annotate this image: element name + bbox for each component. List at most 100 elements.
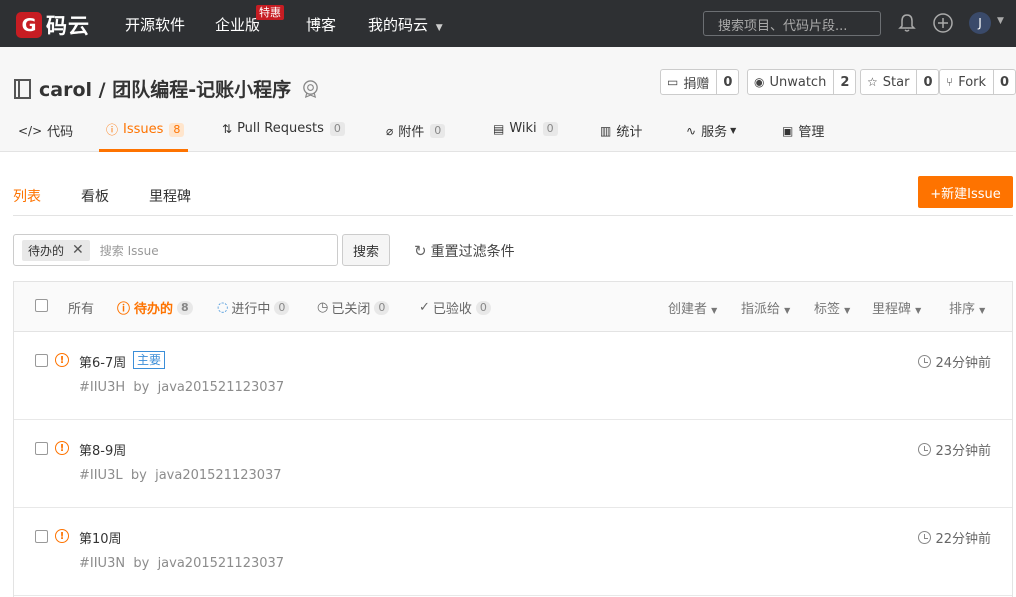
reset-filters-button[interactable]: ↻ 重置过滤条件 [414, 241, 515, 261]
wiki-count: 0 [542, 121, 558, 136]
filter-label-dropdown[interactable]: 标签 ▼ [814, 298, 850, 317]
nav-open-source[interactable]: 开源软件 [125, 14, 185, 35]
issue-by: by [133, 556, 150, 571]
issue-title[interactable]: 第8-9周 [79, 440, 126, 459]
tab-wiki-label: Wiki [509, 121, 537, 136]
new-issue-button[interactable]: +新建Issue [918, 176, 1013, 208]
issue-time-label: 23分钟前 [935, 444, 991, 459]
unwatch-button[interactable]: ◉ Unwatch 2 [747, 69, 857, 95]
filter-author-label: 创建者 [668, 302, 708, 317]
tab-pull-requests[interactable]: ⇅ Pull Requests 0 [222, 121, 345, 136]
active-tab-indicator [99, 149, 188, 152]
state-accepted-label: 已验收 [432, 302, 472, 317]
issue-checkbox[interactable] [35, 442, 48, 455]
sort-label: 排序 [949, 302, 976, 317]
issue-meta: #IIU3L by java201521123037 [79, 468, 282, 483]
filter-author-dropdown[interactable]: 创建者 ▼ [668, 298, 717, 317]
subnav-list[interactable]: 列表 [13, 186, 41, 206]
chevron-down-icon: ▼ [844, 306, 851, 315]
fork-label: Fork [958, 74, 987, 90]
nav-my-gitee[interactable]: 我的码云 ▼ [368, 14, 443, 35]
tab-services[interactable]: ∿ 服务 ▼ [686, 121, 736, 141]
state-all[interactable]: 所有 [68, 298, 94, 317]
tab-attachments[interactable]: ⌀ 附件 0 [386, 121, 446, 140]
issue-id: #IIU3L [79, 468, 123, 483]
issue-author[interactable]: java201521123037 [158, 556, 285, 571]
issue-author[interactable]: java201521123037 [155, 468, 282, 483]
filter-assignee-dropdown[interactable]: 指派给 ▼ [741, 298, 790, 317]
logo-icon: G [16, 12, 42, 38]
issue-open-icon: ! [55, 529, 69, 543]
tab-services-label: 服务 [701, 125, 728, 140]
filter-label-label: 标签 [814, 302, 841, 317]
issue-row[interactable]: ! 第10周 #IIU3N by java201521123037 22分钟前 [14, 508, 1012, 596]
donate-icon: ▭ [667, 75, 679, 89]
issue-by: by [133, 380, 150, 395]
donate-label: 捐赠 [683, 76, 710, 92]
nav-enterprise[interactable]: 企业版 [215, 14, 260, 35]
issue-open-icon: ! [55, 441, 69, 455]
watch-count: 2 [840, 74, 850, 90]
issue-title[interactable]: 第6-7周 [79, 352, 126, 371]
select-all-checkbox[interactable] [35, 299, 48, 312]
gitee-logo[interactable]: G 码云 [16, 10, 90, 40]
close-icon[interactable]: ✕ [72, 242, 84, 258]
repo-name[interactable]: carol / 团队编程-记账小程序 [39, 75, 291, 102]
avatar[interactable]: J [969, 12, 991, 34]
star-icon: ☆ [867, 75, 878, 89]
state-open[interactable]: ⓘ 待办的 8 [117, 298, 193, 317]
tab-stats[interactable]: ▥ 统计 [600, 121, 642, 141]
tab-issues-label: Issues [123, 122, 164, 137]
chevron-down-icon: ▼ [979, 306, 986, 315]
bell-icon[interactable] [896, 12, 918, 34]
chevron-down-icon[interactable]: ▼ [997, 16, 1004, 26]
issue-row[interactable]: ! 第8-9周 #IIU3L by java201521123037 23分钟前 [14, 420, 1012, 508]
clock-icon: ◷ [317, 300, 329, 315]
issue-filter-input[interactable]: 待办的 ✕ 搜索 Issue [13, 234, 338, 266]
star-count: 0 [923, 74, 933, 90]
progress-icon: ◌ [217, 300, 229, 315]
issue-row[interactable]: ! 第6-7周 主要 #IIU3H by java201521123037 24… [14, 332, 1012, 420]
issue-open-icon: ! [55, 353, 69, 367]
tab-code[interactable]: </> 代码 [18, 121, 73, 141]
filter-chip: 待办的 ✕ [22, 239, 90, 261]
plus-circle-icon[interactable] [932, 12, 954, 34]
issue-meta: #IIU3H by java201521123037 [79, 380, 284, 395]
issue-author[interactable]: java201521123037 [158, 380, 285, 395]
logo-text: 码云 [46, 14, 90, 38]
filter-milestone-dropdown[interactable]: 里程碑 ▼ [872, 298, 921, 317]
issue-time-label: 22分钟前 [935, 532, 991, 547]
state-open-count: 8 [177, 300, 193, 315]
search-button[interactable]: 搜索 [342, 234, 390, 266]
state-closed[interactable]: ◷ 已关闭 0 [317, 298, 390, 317]
issue-icon: ⓘ [117, 302, 131, 317]
issue-time-label: 24分钟前 [935, 356, 991, 371]
state-open-label: 待办的 [134, 302, 174, 317]
tab-wiki[interactable]: ▤ Wiki 0 [493, 121, 558, 136]
nav-blog[interactable]: 博客 [306, 14, 336, 35]
state-accepted[interactable]: ✓ 已验收 0 [419, 298, 491, 317]
pulse-icon: ∿ [686, 123, 697, 138]
issue-checkbox[interactable] [35, 354, 48, 367]
tab-manage[interactable]: ▣ 管理 [782, 121, 824, 141]
issue-checkbox[interactable] [35, 530, 48, 543]
global-search-input[interactable]: 搜索项目、代码片段... [703, 11, 881, 36]
state-progressing[interactable]: ◌ 进行中 0 [217, 298, 290, 317]
tab-issues[interactable]: ⓘ Issues 8 [106, 121, 185, 138]
nav-my-gitee-label: 我的码云 [368, 16, 429, 34]
issue-title[interactable]: 第10周 [79, 528, 122, 547]
filter-placeholder[interactable]: 搜索 Issue [100, 242, 159, 259]
manage-icon: ▣ [782, 123, 794, 138]
star-button[interactable]: ☆ Star 0 [860, 69, 940, 95]
subnav-milestones[interactable]: 里程碑 [149, 186, 191, 206]
donate-button[interactable]: ▭ 捐赠 0 [660, 69, 740, 95]
issue-by: by [130, 468, 147, 483]
issue-label-tag[interactable]: 主要 [133, 351, 166, 369]
filter-assignee-label: 指派给 [741, 302, 781, 317]
chevron-down-icon: ▼ [711, 306, 718, 315]
fork-button[interactable]: ⑂ Fork 0 [939, 69, 1016, 95]
sort-dropdown[interactable]: 排序 ▼ [949, 298, 985, 317]
star-label: Star [882, 74, 910, 90]
subnav-board[interactable]: 看板 [81, 186, 109, 206]
state-closed-label: 已关闭 [331, 302, 371, 317]
